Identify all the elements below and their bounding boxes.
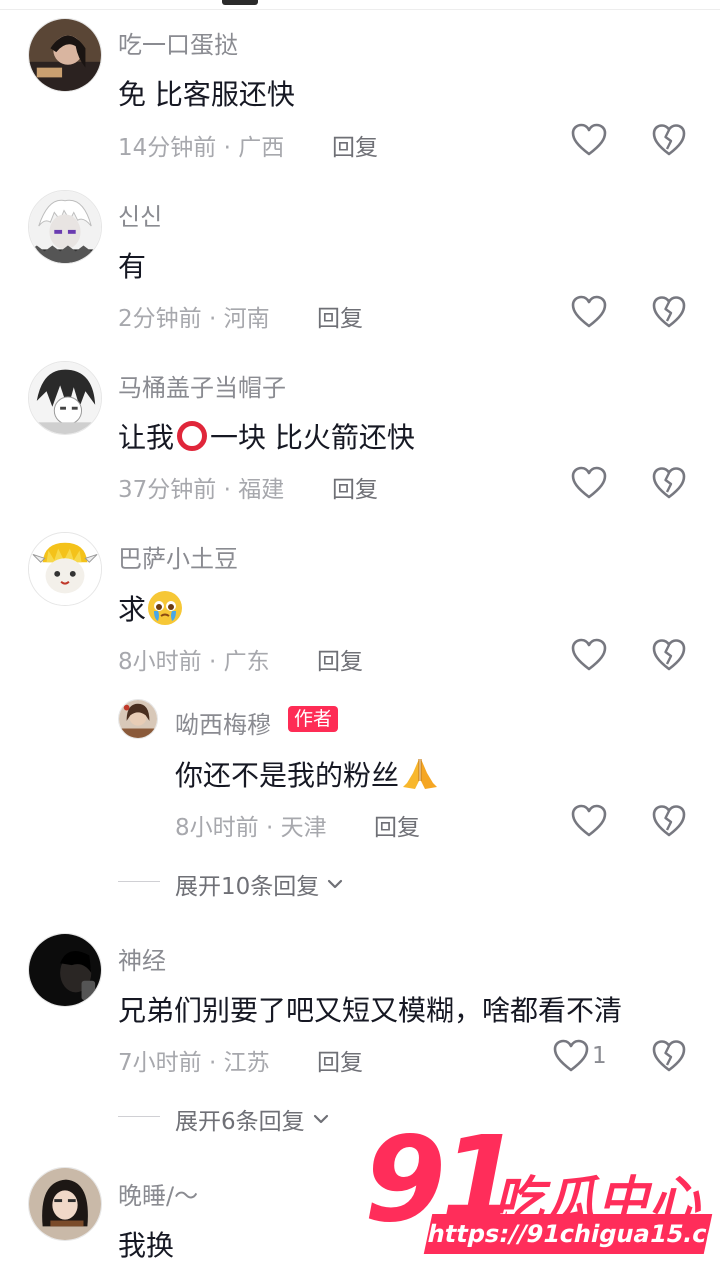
- expand-replies-label: 展开6条回复: [175, 1109, 305, 1135]
- reply-button[interactable]: 回复: [317, 1043, 363, 1077]
- reply-username[interactable]: 呦西梅穆: [175, 705, 271, 740]
- comments-page: 吃一口蛋挞 免 比客服还快 14分钟前 · 广西 回复 신신 有 2分钟前 · …: [0, 0, 720, 1280]
- watermark-url: https://91chigua15.com: [423, 1214, 720, 1254]
- reply-time-location: 8小时前 · 天津: [175, 815, 327, 841]
- broken-heart-icon[interactable]: [652, 466, 686, 500]
- comment-time-location: 2分钟前 · 河南: [118, 306, 270, 332]
- heart-outline-icon[interactable]: [571, 804, 607, 838]
- broken-heart-icon[interactable]: [652, 123, 686, 157]
- comment-text: 免 比客服还快: [118, 78, 295, 111]
- avatar[interactable]: [28, 1167, 102, 1241]
- broken-heart-icon[interactable]: [652, 638, 686, 672]
- comment-username[interactable]: 马桶盖子当帽子: [118, 368, 286, 403]
- chevron-down-icon: [328, 879, 343, 889]
- expand-divider: [118, 881, 160, 882]
- reply-button[interactable]: 回复: [374, 808, 420, 842]
- comment-text: 求: [118, 588, 183, 628]
- comment-username[interactable]: 吃一口蛋挞: [118, 25, 238, 60]
- comment-username[interactable]: 晚睡/〜: [118, 1176, 198, 1211]
- heart-outline-icon[interactable]: [553, 1039, 589, 1073]
- folded-hands-emoji: [403, 759, 438, 789]
- like-count: 1: [592, 1043, 607, 1069]
- comment-time-location: 8小时前 · 广东: [118, 649, 270, 675]
- reply-button[interactable]: 回复: [317, 642, 363, 676]
- comment-time-location: 7小时前 · 江苏: [118, 1050, 270, 1076]
- reply-button[interactable]: 回复: [332, 128, 378, 162]
- avatar[interactable]: [28, 190, 102, 264]
- heart-outline-icon[interactable]: [571, 466, 607, 500]
- comment-username[interactable]: 巴萨小土豆: [118, 539, 238, 574]
- broken-heart-icon[interactable]: [652, 1039, 686, 1073]
- comment-text: 兄弟们别要了吧又短又模糊，啥都看不清: [118, 994, 623, 1027]
- avatar[interactable]: [118, 699, 158, 739]
- comment-username[interactable]: 神经: [118, 941, 166, 976]
- reply-text: 你还不是我的粉丝: [175, 754, 439, 794]
- comment-text: 我换: [118, 1229, 175, 1262]
- comment-text: 让我 一块 比火箭还快: [118, 421, 415, 454]
- broken-heart-icon[interactable]: [652, 295, 686, 329]
- tab-indicator: [222, 0, 258, 5]
- reply-button[interactable]: 回复: [317, 299, 363, 333]
- comment-text: 有: [118, 250, 147, 283]
- expand-divider: [118, 1116, 160, 1117]
- red-circle-emoji: [177, 421, 208, 451]
- avatar[interactable]: [28, 361, 102, 435]
- expand-replies-button[interactable]: 展开6条回复: [175, 1102, 329, 1136]
- top-divider: [0, 0, 720, 10]
- heart-outline-icon[interactable]: [571, 295, 607, 329]
- heart-outline-icon[interactable]: [571, 638, 607, 672]
- expand-replies-button[interactable]: 展开10条回复: [175, 867, 343, 901]
- comment-username[interactable]: 신신: [118, 197, 162, 232]
- pleading-face-emoji: [148, 591, 183, 625]
- heart-outline-icon[interactable]: [571, 123, 607, 157]
- broken-heart-icon[interactable]: [652, 804, 686, 838]
- chevron-down-icon: [313, 1114, 328, 1124]
- avatar[interactable]: [28, 532, 102, 606]
- comment-time-location: 37分钟前 · 福建: [118, 477, 285, 503]
- reply-button[interactable]: 回复: [332, 470, 378, 504]
- expand-replies-label: 展开10条回复: [175, 874, 320, 900]
- avatar[interactable]: [28, 933, 102, 1007]
- watermark-logo: 91 吃瓜中心 https://91chigua15.com: [364, 1120, 720, 1270]
- comment-time-location: 14分钟前 · 广西: [118, 135, 285, 161]
- author-badge: 作者: [288, 706, 339, 732]
- avatar[interactable]: [28, 18, 102, 92]
